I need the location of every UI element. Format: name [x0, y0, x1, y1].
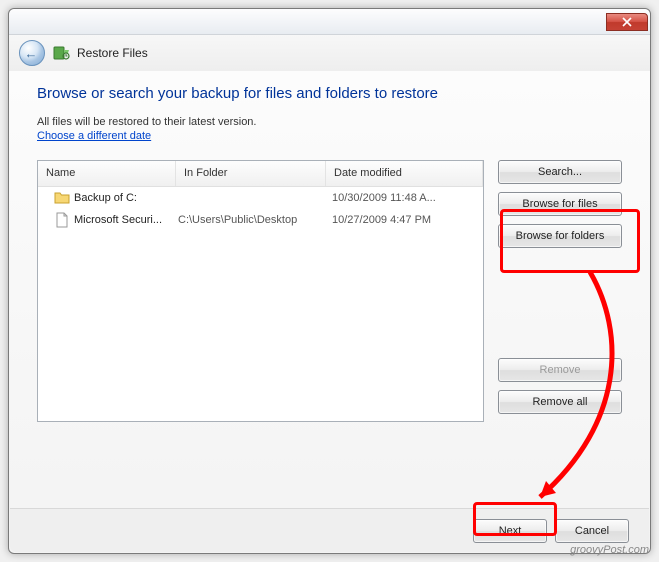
side-button-column: Search... Browse for files Browse for fo… [498, 160, 622, 422]
folder-icon [54, 190, 70, 206]
window-title: Restore Files [77, 46, 148, 60]
close-button[interactable] [606, 13, 648, 31]
next-button[interactable]: Next [473, 519, 547, 543]
list-item[interactable]: Microsoft Securi... C:\Users\Public\Desk… [38, 209, 483, 231]
watermark: groovyPost.com [570, 544, 649, 556]
file-name: Backup of C: [74, 192, 178, 204]
remove-button: Remove [498, 358, 622, 382]
remove-all-button[interactable]: Remove all [498, 390, 622, 414]
subtext: All files will be restored to their late… [37, 116, 622, 128]
spacer [498, 256, 622, 358]
body-row: Name In Folder Date modified Backup of C… [37, 160, 622, 422]
browse-folders-button[interactable]: Browse for folders [498, 224, 622, 248]
content-area: Browse or search your backup for files a… [9, 71, 650, 422]
list-item[interactable]: Backup of C: 10/30/2009 11:48 A... [38, 187, 483, 209]
file-list[interactable]: Name In Folder Date modified Backup of C… [37, 160, 484, 422]
search-button[interactable]: Search... [498, 160, 622, 184]
file-name: Microsoft Securi... [74, 214, 178, 226]
dialog-window: ← Restore Files Browse or search your ba… [8, 8, 651, 554]
choose-date-link[interactable]: Choose a different date [37, 130, 622, 142]
cancel-button[interactable]: Cancel [555, 519, 629, 543]
file-date: 10/27/2009 4:47 PM [328, 214, 479, 226]
header-bar: ← Restore Files [9, 35, 650, 71]
page-heading: Browse or search your backup for files a… [37, 85, 622, 102]
col-date[interactable]: Date modified [326, 161, 483, 186]
file-list-header[interactable]: Name In Folder Date modified [38, 161, 483, 187]
footer: Next Cancel [10, 508, 649, 552]
file-folder: C:\Users\Public\Desktop [178, 214, 328, 226]
restore-files-icon [53, 44, 71, 62]
browse-files-button[interactable]: Browse for files [498, 192, 622, 216]
back-button[interactable]: ← [19, 40, 45, 66]
file-icon [54, 212, 70, 228]
titlebar [9, 9, 650, 35]
file-date: 10/30/2009 11:48 A... [328, 192, 479, 204]
col-folder[interactable]: In Folder [176, 161, 326, 186]
close-icon [622, 17, 632, 27]
col-name[interactable]: Name [38, 161, 176, 186]
back-arrow-icon: ← [25, 46, 38, 61]
